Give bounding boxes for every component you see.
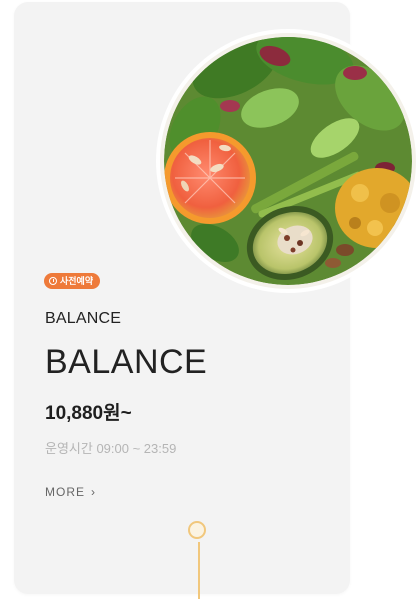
pre-order-badge: 사전예약 — [44, 273, 101, 289]
salad-bowl-image — [155, 28, 417, 294]
brand-name-title: BALANCE — [45, 343, 208, 381]
more-link-label: MORE — [45, 485, 85, 499]
brand-name-small: BALANCE — [45, 310, 122, 327]
operating-hours: 운영시간 09:00 ~ 23:59 — [45, 441, 177, 456]
more-link[interactable]: MORE › — [45, 485, 96, 499]
price-text: 10,880원~ — [45, 403, 132, 424]
chevron-right-icon: › — [91, 485, 96, 499]
pre-order-badge-label: 사전예약 — [60, 276, 94, 286]
timeline-dot — [188, 521, 206, 539]
timeline-line — [198, 542, 200, 599]
clock-icon — [49, 277, 57, 285]
menu-card-stage: 사전예약 BALANCE BALANCE 10,880원~ 운영시간 09:00… — [0, 0, 417, 599]
